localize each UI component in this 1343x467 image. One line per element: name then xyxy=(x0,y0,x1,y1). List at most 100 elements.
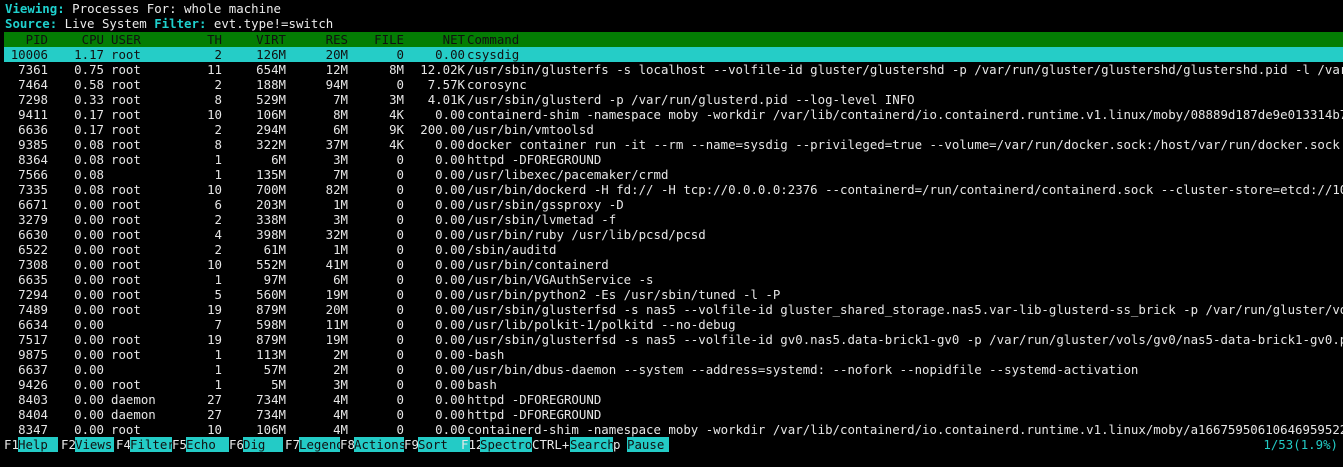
footer-button-filter[interactable]: Filter xyxy=(130,437,175,452)
cell-net: 7.57K xyxy=(427,77,465,92)
column-cpu[interactable]: CPU xyxy=(54,32,104,47)
cell-virt: 61M xyxy=(263,242,286,257)
cell-file: 0 xyxy=(396,47,404,62)
process-row[interactable]: 6522 0.00 root 2 61M 1M 0 0.00/sbin/auditd xyxy=(4,242,1343,257)
process-row[interactable]: 7308 0.00 root 10 552M 41M 0 0.00/usr/bin/conta… xyxy=(4,257,1343,272)
cell-net: 0.00 xyxy=(435,272,465,287)
footer-button-search[interactable]: Search xyxy=(570,437,615,452)
column-pid[interactable]: PID xyxy=(4,32,48,47)
cell-threads: 2 xyxy=(214,77,222,92)
process-row[interactable]: 6636 0.17 root 2 294M 6M 9K 200.00/usr/bin/vmto… xyxy=(4,122,1343,137)
cell-net: 0.00 xyxy=(435,167,465,182)
footer-button-actions[interactable]: Actions xyxy=(354,437,406,452)
cell-pid: 8364 xyxy=(18,152,48,167)
process-list[interactable]: 10006 1.17 root 2 126M 20M 0 0.00 csysdig 7361 0.7… xyxy=(4,47,1343,437)
cell-cpu: 0.00 xyxy=(74,347,104,362)
process-row[interactable]: 6671 0.00 root 6 203M 1M 0 0.00/usr/sbin/gsspro… xyxy=(4,197,1343,212)
cell-net: 4.01K xyxy=(427,92,465,107)
cell-res: 4M xyxy=(333,392,348,407)
process-row[interactable]: 3279 0.00 root 2 338M 3M 0 0.00/usr/sbin/lvmeta… xyxy=(4,212,1343,227)
footer-button-pause[interactable]: Pause xyxy=(627,437,669,452)
cell-command: /usr/bin/VGAuthService -s xyxy=(467,272,654,287)
process-row[interactable]: 8347 0.00 root 10 106M 4M 0 0.00 containerd-shim… xyxy=(4,422,1343,437)
footer-button-help[interactable]: Help xyxy=(18,437,58,452)
cell-threads: 10 xyxy=(207,182,222,197)
process-row[interactable]: 9875 0.00 root 1 113M 2M 0 0.00 -bash xyxy=(4,347,1343,362)
cell-pid: 9875 xyxy=(18,347,48,362)
cell-res: 1M xyxy=(333,197,348,212)
cell-res: 8M xyxy=(333,107,348,122)
cell-pid: 7489 xyxy=(18,302,48,317)
column-file[interactable]: FILE xyxy=(354,32,404,47)
cell-file: 0 xyxy=(396,287,404,302)
process-row[interactable]: 7298 0.33 root 8 529M 7M 3M 4.01K/usr/sbin/glus… xyxy=(4,92,1343,107)
cell-pid: 7308 xyxy=(18,257,48,272)
cell-cpu: 0.00 xyxy=(74,407,104,422)
cell-file: 0 xyxy=(396,272,404,287)
cell-command: /usr/bin/dockerd -H fd:// -H tcp://0.0.0… xyxy=(467,182,1343,197)
cell-virt: 654M xyxy=(256,62,286,77)
footer-button-echo[interactable]: Echo xyxy=(186,437,229,452)
cell-file: 0 xyxy=(396,212,404,227)
column-user[interactable]: USER xyxy=(111,32,171,47)
process-row[interactable]: 9426 0.00 root 1 5M 3M 0 0.00 bash xyxy=(4,377,1343,392)
cell-user: root xyxy=(111,257,141,272)
cell-threads: 27 xyxy=(207,407,222,422)
cell-res: 3M xyxy=(333,212,348,227)
process-row[interactable]: 6635 0.00 root 1 97M 6M 0 0.00/usr/bin/VGAuthSe… xyxy=(4,272,1343,287)
cell-pid: 7517 xyxy=(18,332,48,347)
cell-res: 12M xyxy=(325,62,348,77)
process-row[interactable]: 7489 0.00 root 19 879M 20M 0 0.00/usr/sbin/glus… xyxy=(4,302,1343,317)
fkey-f2: F2 xyxy=(61,437,76,452)
process-row[interactable]: 8403 0.00 daemon 27 734M 4M 0 0.00 httpd -DFOREG… xyxy=(4,392,1343,407)
cell-threads: 11 xyxy=(207,62,222,77)
process-row-selected[interactable]: 10006 1.17 root 2 126M 20M 0 0.00 csysdig xyxy=(4,47,1343,62)
column-command[interactable]: Command xyxy=(467,32,1343,47)
process-row[interactable]: 7517 0.00 root 19 879M 19M 0 0.00/usr/sbin/glus… xyxy=(4,332,1343,347)
cell-command: /usr/bin/ruby /usr/lib/pcsd/pcsd xyxy=(467,227,706,242)
cell-cpu: 0.00 xyxy=(74,272,104,287)
process-row[interactable]: 8364 0.08 root 1 6M 3M 0 0.00 httpd -DFOREGROUND xyxy=(4,152,1343,167)
column-net[interactable]: NET xyxy=(409,32,465,47)
footer-button-legend[interactable]: Legend xyxy=(299,437,344,452)
process-row[interactable]: 6630 0.00 root 4 398M 32M 0 0.00/usr/bin/ruby /… xyxy=(4,227,1343,242)
cell-pid: 7361 xyxy=(18,62,48,77)
footer-button-dig[interactable]: Dig xyxy=(243,437,283,452)
process-row[interactable]: 9411 0.17 root 10 106M 8M 4K 0.00 containerd-shi… xyxy=(4,107,1343,122)
cell-cpu: 0.17 xyxy=(74,107,104,122)
cell-pid: 6630 xyxy=(18,227,48,242)
cell-net: 0.00 xyxy=(435,182,465,197)
cell-user: root xyxy=(111,347,141,362)
cell-file: 0 xyxy=(396,302,404,317)
fkey-f7: F7 xyxy=(285,437,300,452)
footer-button-spectro[interactable]: Spectro xyxy=(480,437,532,452)
cell-threads: 2 xyxy=(214,47,222,62)
process-row[interactable]: 8404 0.00 daemon 27 734M 4M 0 0.00 httpd -DFOREG… xyxy=(4,407,1343,422)
cell-cpu: 0.17 xyxy=(74,122,104,137)
column-res[interactable]: RES xyxy=(296,32,348,47)
viewing-value: Processes For: whole machine xyxy=(64,1,282,16)
cell-virt: 398M xyxy=(256,227,286,242)
process-row[interactable]: 7464 0.58 root 2 188M 94M 0 7.57K corosync xyxy=(4,77,1343,92)
cell-file: 4K xyxy=(389,107,404,122)
footer-button-views[interactable]: Views xyxy=(75,437,114,452)
fkey-f5: F5 xyxy=(172,437,187,452)
cell-pid: 6634 xyxy=(18,317,48,332)
cell-command: httpd -DFOREGROUND xyxy=(467,152,602,167)
cell-pid: 7566 xyxy=(18,167,48,182)
cell-virt: 338M xyxy=(256,212,286,227)
cell-threads: 2 xyxy=(214,242,222,257)
cell-user: root xyxy=(111,47,141,62)
process-row[interactable]: 6637 0.00 1 57M 2M 0 0.00/usr/bin/dbus-daemon … xyxy=(4,362,1343,377)
process-row[interactable]: 6634 0.00 7 598M 11M 0 0.00/usr/lib/polkit-1/p… xyxy=(4,317,1343,332)
column-virt[interactable]: VIRT xyxy=(232,32,286,47)
column-threads[interactable]: TH xyxy=(174,32,222,47)
process-row[interactable]: 9385 0.08 root 8 322M 37M 4K 0.00 docker contain… xyxy=(4,137,1343,152)
cell-threads: 7 xyxy=(214,317,222,332)
process-row[interactable]: 7566 0.08 1 135M 7M 0 0.00/usr/libexec/pacemak… xyxy=(4,167,1343,182)
cell-pid: 7298 xyxy=(18,92,48,107)
process-row[interactable]: 7294 0.00 root 5 560M 19M 0 0.00/usr/bin/python… xyxy=(4,287,1343,302)
cell-threads: 19 xyxy=(207,302,222,317)
process-row[interactable]: 7335 0.08 root 10 700M 82M 0 0.00/usr/bin/docke… xyxy=(4,182,1343,197)
process-row[interactable]: 7361 0.75 root 11 654M 12M 8M 12.02K/usr/sbin/g… xyxy=(4,62,1343,77)
